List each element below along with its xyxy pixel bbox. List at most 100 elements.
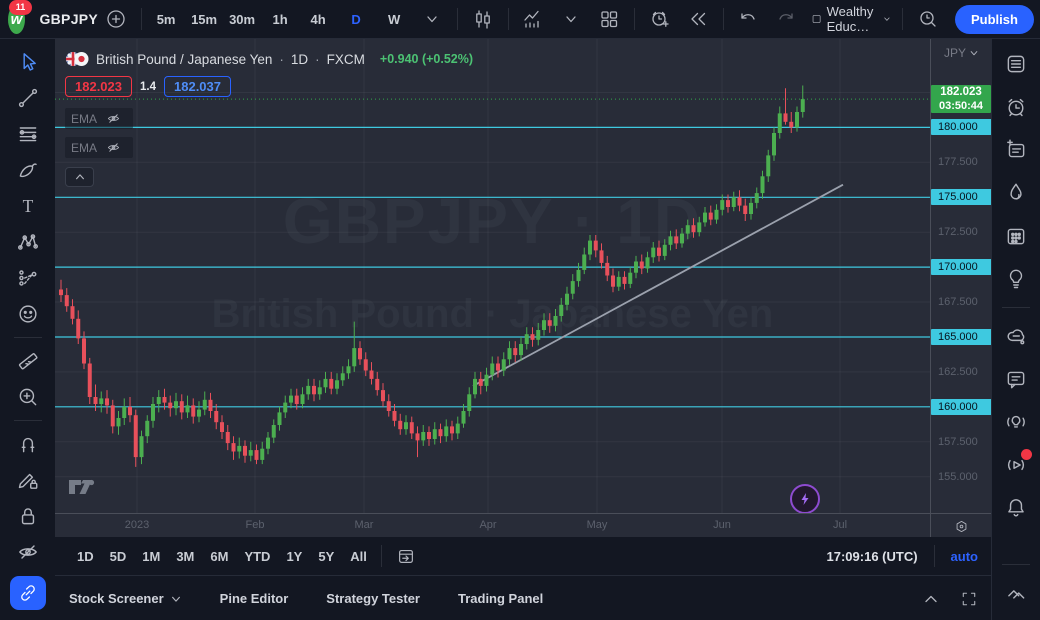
xabcd-pattern-tool-button[interactable]	[9, 226, 47, 258]
chart-style-button[interactable]	[464, 5, 502, 33]
divider	[934, 545, 935, 567]
range-1m[interactable]: 1M	[134, 543, 168, 569]
compare-add-button[interactable]	[97, 5, 135, 33]
ideas-button[interactable]	[999, 262, 1033, 296]
bottom-panel-right	[922, 590, 978, 608]
scales-settings-button[interactable]	[930, 513, 992, 538]
watchlist-button[interactable]	[999, 47, 1033, 81]
undo-button[interactable]	[729, 5, 767, 33]
tab-stock-screener[interactable]: Stock Screener	[69, 591, 182, 606]
minds-button[interactable]	[999, 319, 1033, 353]
layout-grid-button[interactable]	[590, 5, 628, 33]
indicators-button[interactable]	[514, 5, 552, 33]
trend-line[interactable]	[473, 185, 843, 386]
chevron-up-icon	[74, 171, 86, 183]
timeframe-1d[interactable]: D	[337, 5, 375, 33]
link-icon	[17, 582, 39, 604]
timeframe-menu-button[interactable]	[413, 5, 451, 33]
range-5y[interactable]: 5Y	[310, 543, 342, 569]
range-1d[interactable]: 1D	[69, 543, 102, 569]
redo-button[interactable]	[767, 5, 805, 33]
quick-search-button[interactable]	[909, 5, 947, 33]
time-label: Feb	[246, 519, 265, 531]
tab-trading-panel[interactable]: Trading Panel	[458, 591, 543, 606]
sync-drawings-button[interactable]	[10, 576, 46, 610]
user-menu-button[interactable]: w 11	[8, 5, 25, 34]
legend-collapse-button[interactable]	[65, 167, 94, 187]
zoom-in-tool-button[interactable]	[9, 381, 47, 413]
emoji-tool-button[interactable]	[9, 298, 47, 330]
timeframe-5m[interactable]: 5m	[147, 5, 185, 33]
indicator-row-ema2[interactable]: EMA	[65, 137, 133, 158]
timeframe-15m[interactable]: 15m	[185, 5, 223, 33]
range-toolbar: 1D 5D 1M 3M 6M YTD 1Y 5Y All 17:09:16 (U…	[55, 537, 992, 575]
cursor-tool-button[interactable]	[9, 46, 47, 78]
chat-button[interactable]	[999, 362, 1033, 396]
tradingview-logo[interactable]	[67, 477, 99, 502]
range-5d[interactable]: 5D	[102, 543, 135, 569]
timeframe-30m[interactable]: 30m	[223, 5, 261, 33]
indicator-row-ema1[interactable]: EMA	[65, 108, 133, 129]
sidebar-divider	[1002, 307, 1030, 308]
symbol-search-button[interactable]: GBPJPY	[35, 5, 97, 33]
bar-replay-button[interactable]	[679, 5, 717, 33]
measure-tool-button[interactable]	[9, 345, 47, 377]
auto-scale-toggle[interactable]: auto	[951, 549, 978, 564]
price-tick: 172.500	[938, 226, 978, 238]
goto-date-button[interactable]	[388, 543, 424, 569]
publish-button[interactable]: Publish	[955, 5, 1034, 34]
tab-pine-editor[interactable]: Pine Editor	[220, 591, 289, 606]
undo-icon	[737, 8, 759, 30]
divider	[902, 8, 903, 30]
timeframe-1h[interactable]: 1h	[261, 5, 299, 33]
lock-icon	[16, 504, 40, 528]
panel-expand-button[interactable]	[922, 590, 940, 608]
timeframe-4h[interactable]: 4h	[299, 5, 337, 33]
forecast-tool-button[interactable]	[9, 262, 47, 294]
magnet-mode-button[interactable]	[9, 428, 47, 460]
streams-button[interactable]	[999, 405, 1033, 439]
timeframe-1w[interactable]: W	[375, 5, 413, 33]
time-scale[interactable]: 2023FebMarAprMayJunJul	[55, 513, 930, 538]
buy-price-button[interactable]: 182.037	[164, 76, 231, 97]
fib-retracement-tool-button[interactable]	[9, 118, 47, 150]
object-tree-button[interactable]	[999, 576, 1033, 610]
calendar-goto-icon	[396, 546, 416, 566]
range-ytd[interactable]: YTD	[236, 543, 278, 569]
range-all[interactable]: All	[342, 543, 375, 569]
spark-badge[interactable]	[790, 484, 820, 513]
alerts-button[interactable]	[999, 90, 1033, 124]
layout-square-icon	[811, 9, 822, 29]
hide-all-drawings-button[interactable]	[9, 536, 47, 568]
price-scale[interactable]: JPY 182.500177.500172.500167.500162.5001…	[930, 38, 992, 513]
lock-all-drawings-button[interactable]	[9, 500, 47, 532]
range-1y[interactable]: 1Y	[278, 543, 310, 569]
eye-off-icon[interactable]	[106, 140, 121, 155]
top-toolbar: w 11 GBPJPY 5m 15m 30m 1h 4h D W	[0, 0, 1040, 39]
sell-price-button[interactable]: 182.023	[65, 76, 132, 97]
chart-pane[interactable]: GBPJPY · 1D British Pound · Japanese Yen…	[55, 38, 930, 513]
range-6m[interactable]: 6M	[202, 543, 236, 569]
calendar-button[interactable]	[999, 219, 1033, 253]
brush-tool-button[interactable]	[9, 154, 47, 186]
chevron-down-icon	[170, 593, 182, 605]
news-flow-button[interactable]	[999, 133, 1033, 167]
utc-clock[interactable]: 17:09:16 (UTC)	[827, 549, 918, 564]
eye-off-icon[interactable]	[106, 111, 121, 126]
price-scale-currency[interactable]: JPY	[931, 46, 992, 60]
tab-strategy-tester[interactable]: Strategy Tester	[326, 591, 420, 606]
layout-select-button[interactable]: Wealthy Educ…	[805, 5, 896, 33]
hotlists-button[interactable]	[999, 176, 1033, 210]
trend-line-tool-button[interactable]	[9, 82, 47, 114]
fullscreen-button[interactable]	[960, 590, 978, 608]
text-tool-button[interactable]: T	[9, 190, 47, 222]
indicators-menu-button[interactable]	[552, 5, 590, 33]
range-3m[interactable]: 3M	[168, 543, 202, 569]
create-alert-button[interactable]	[641, 5, 679, 33]
candles-icon	[472, 8, 494, 30]
notifications-button[interactable]	[999, 491, 1033, 525]
symbol-header[interactable]: British Pound / Japanese Yen · 1D · FXCM…	[65, 48, 473, 70]
live-streams-button[interactable]	[999, 448, 1033, 482]
drawing-mode-lock-button[interactable]	[9, 464, 47, 496]
lightbulb-icon	[1004, 267, 1028, 291]
